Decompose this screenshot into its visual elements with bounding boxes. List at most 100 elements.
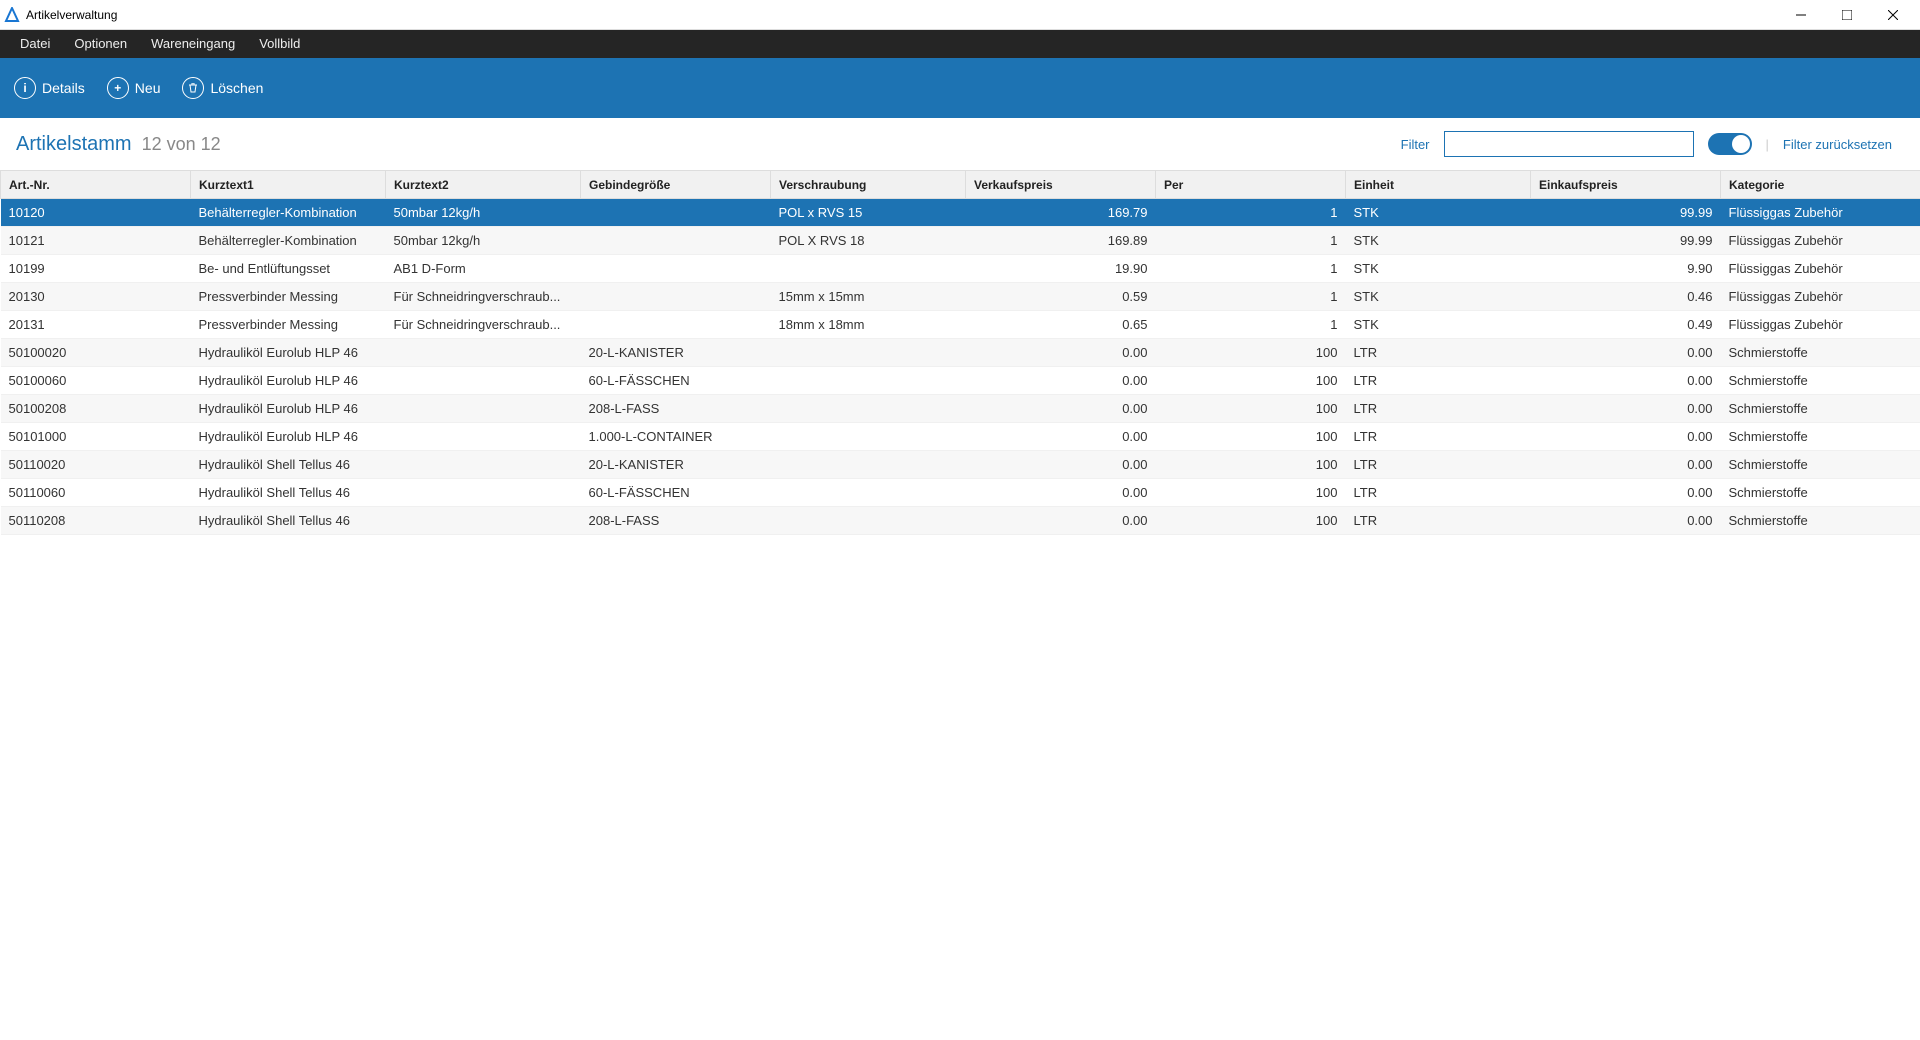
neu-button[interactable]: + Neu	[107, 77, 161, 99]
table-row[interactable]: 20130Pressverbinder MessingFür Schneidri…	[1, 283, 1920, 311]
col-header-vp[interactable]: Verkaufspreis	[966, 171, 1156, 199]
filter-label: Filter	[1401, 137, 1430, 152]
col-header-art[interactable]: Art.-Nr.	[1, 171, 191, 199]
cell-geb: 20-L-KANISTER	[581, 451, 771, 479]
cell-k1: Behälterregler-Kombination	[191, 199, 386, 227]
filter-toggle[interactable]	[1708, 133, 1752, 155]
menu-datei[interactable]: Datei	[8, 30, 62, 58]
cell-k1: Hydrauliköl Eurolub HLP 46	[191, 395, 386, 423]
col-header-k2[interactable]: Kurztext2	[386, 171, 581, 199]
cell-k2: AB1 D-Form	[386, 255, 581, 283]
cell-vp: 0.00	[966, 479, 1156, 507]
table-body: 10120Behälterregler-Kombination50mbar 12…	[1, 199, 1920, 535]
cell-kat: Schmierstoffe	[1721, 507, 1920, 535]
cell-ver: POL X RVS 18	[771, 227, 966, 255]
cell-k1: Pressverbinder Messing	[191, 283, 386, 311]
cell-ein: STK	[1346, 199, 1531, 227]
cell-per: 100	[1156, 451, 1346, 479]
cell-kat: Schmierstoffe	[1721, 339, 1920, 367]
table-row[interactable]: 10121Behälterregler-Kombination50mbar 12…	[1, 227, 1920, 255]
cell-ein: STK	[1346, 311, 1531, 339]
cell-k2	[386, 479, 581, 507]
cell-ein: LTR	[1346, 339, 1531, 367]
col-header-k1[interactable]: Kurztext1	[191, 171, 386, 199]
table-row[interactable]: 50100060Hydrauliköl Eurolub HLP 4660-L-F…	[1, 367, 1920, 395]
table-row[interactable]: 50100208Hydrauliköl Eurolub HLP 46 208-L-…	[1, 395, 1920, 423]
cell-per: 100	[1156, 507, 1346, 535]
cell-kat: Schmierstoffe	[1721, 479, 1920, 507]
table-row[interactable]: 50100020Hydrauliköl Eurolub HLP 4620-L-K…	[1, 339, 1920, 367]
cell-geb: 208-L-FASS	[581, 395, 771, 423]
list-header: Artikelstamm 12 von 12 Filter | Filter z…	[0, 118, 1920, 170]
cell-k1: Pressverbinder Messing	[191, 311, 386, 339]
cell-kat: Schmierstoffe	[1721, 367, 1920, 395]
cell-art: 50100020	[1, 339, 191, 367]
app-icon	[4, 7, 20, 23]
col-header-geb[interactable]: Gebindegröße	[581, 171, 771, 199]
cell-ein: LTR	[1346, 507, 1531, 535]
col-header-ein[interactable]: Einheit	[1346, 171, 1531, 199]
filter-input[interactable]	[1444, 131, 1694, 157]
info-icon: i	[14, 77, 36, 99]
cell-k2: 50mbar 12kg/h	[386, 199, 581, 227]
article-table: Art.-Nr. Kurztext1 Kurztext2 Gebindegröß…	[0, 170, 1920, 535]
cell-geb: 60-L-FÄSSCHEN	[581, 479, 771, 507]
maximize-button[interactable]	[1824, 0, 1870, 30]
menubar: Datei Optionen Wareneingang Vollbild	[0, 30, 1920, 58]
cell-art: 20131	[1, 311, 191, 339]
cell-ver: 18mm x 18mm	[771, 311, 966, 339]
reset-filter-link[interactable]: Filter zurücksetzen	[1783, 137, 1892, 152]
table-row[interactable]: 10199Be- und EntlüftungssetAB1 D-Form19.…	[1, 255, 1920, 283]
col-header-per[interactable]: Per	[1156, 171, 1346, 199]
table-row[interactable]: 50101000Hydrauliköl Eurolub HLP 461.000-…	[1, 423, 1920, 451]
details-button[interactable]: i Details	[14, 77, 85, 99]
cell-kat: Flüssiggas Zubehör	[1721, 283, 1920, 311]
cell-geb: 1.000-L-CONTAINER	[581, 423, 771, 451]
cell-kat: Flüssiggas Zubehör	[1721, 199, 1920, 227]
cell-ver: 15mm x 15mm	[771, 283, 966, 311]
cell-ep: 9.90	[1531, 255, 1721, 283]
minimize-button[interactable]	[1778, 0, 1824, 30]
cell-vp: 0.00	[966, 367, 1156, 395]
cell-ein: LTR	[1346, 395, 1531, 423]
cell-kat: Flüssiggas Zubehör	[1721, 227, 1920, 255]
col-header-kat[interactable]: Kategorie	[1721, 171, 1920, 199]
table-row[interactable]: 50110208Hydrauliköl Shell Tellus 46208-L…	[1, 507, 1920, 535]
cell-ep: 0.49	[1531, 311, 1721, 339]
cell-ein: STK	[1346, 283, 1531, 311]
titlebar: Artikelverwaltung	[0, 0, 1920, 30]
table-row[interactable]: 50110060Hydrauliköl Shell Tellus 4660-L-…	[1, 479, 1920, 507]
cell-k1: Hydrauliköl Eurolub HLP 46	[191, 423, 386, 451]
cell-kat: Schmierstoffe	[1721, 451, 1920, 479]
cell-ver	[771, 451, 966, 479]
col-header-ver[interactable]: Verschraubung	[771, 171, 966, 199]
loeschen-button[interactable]: Löschen	[182, 77, 263, 99]
close-button[interactable]	[1870, 0, 1916, 30]
cell-ver	[771, 479, 966, 507]
menu-vollbild[interactable]: Vollbild	[247, 30, 312, 58]
cell-k2: Für Schneidringverschraub...	[386, 311, 581, 339]
cell-vp: 169.89	[966, 227, 1156, 255]
col-header-ep[interactable]: Einkaufspreis	[1531, 171, 1721, 199]
cell-vp: 0.00	[966, 339, 1156, 367]
menu-wareneingang[interactable]: Wareneingang	[139, 30, 247, 58]
cell-per: 1	[1156, 227, 1346, 255]
cell-art: 10121	[1, 227, 191, 255]
cell-ein: STK	[1346, 227, 1531, 255]
cell-per: 100	[1156, 423, 1346, 451]
cell-per: 100	[1156, 479, 1346, 507]
table-row[interactable]: 10120Behälterregler-Kombination50mbar 12…	[1, 199, 1920, 227]
cell-k1: Hydrauliköl Shell Tellus 46	[191, 507, 386, 535]
trash-icon	[182, 77, 204, 99]
cell-k1: Hydrauliköl Shell Tellus 46	[191, 451, 386, 479]
cell-ver	[771, 507, 966, 535]
cell-kat: Flüssiggas Zubehör	[1721, 311, 1920, 339]
table-row[interactable]: 20131Pressverbinder MessingFür Schneidri…	[1, 311, 1920, 339]
cell-ep: 0.00	[1531, 451, 1721, 479]
table-row[interactable]: 50110020Hydrauliköl Shell Tellus 4620-L-…	[1, 451, 1920, 479]
cell-art: 50100208	[1, 395, 191, 423]
cell-ver	[771, 255, 966, 283]
cell-k1: Be- und Entlüftungsset	[191, 255, 386, 283]
menu-optionen[interactable]: Optionen	[62, 30, 139, 58]
cell-k2: 50mbar 12kg/h	[386, 227, 581, 255]
